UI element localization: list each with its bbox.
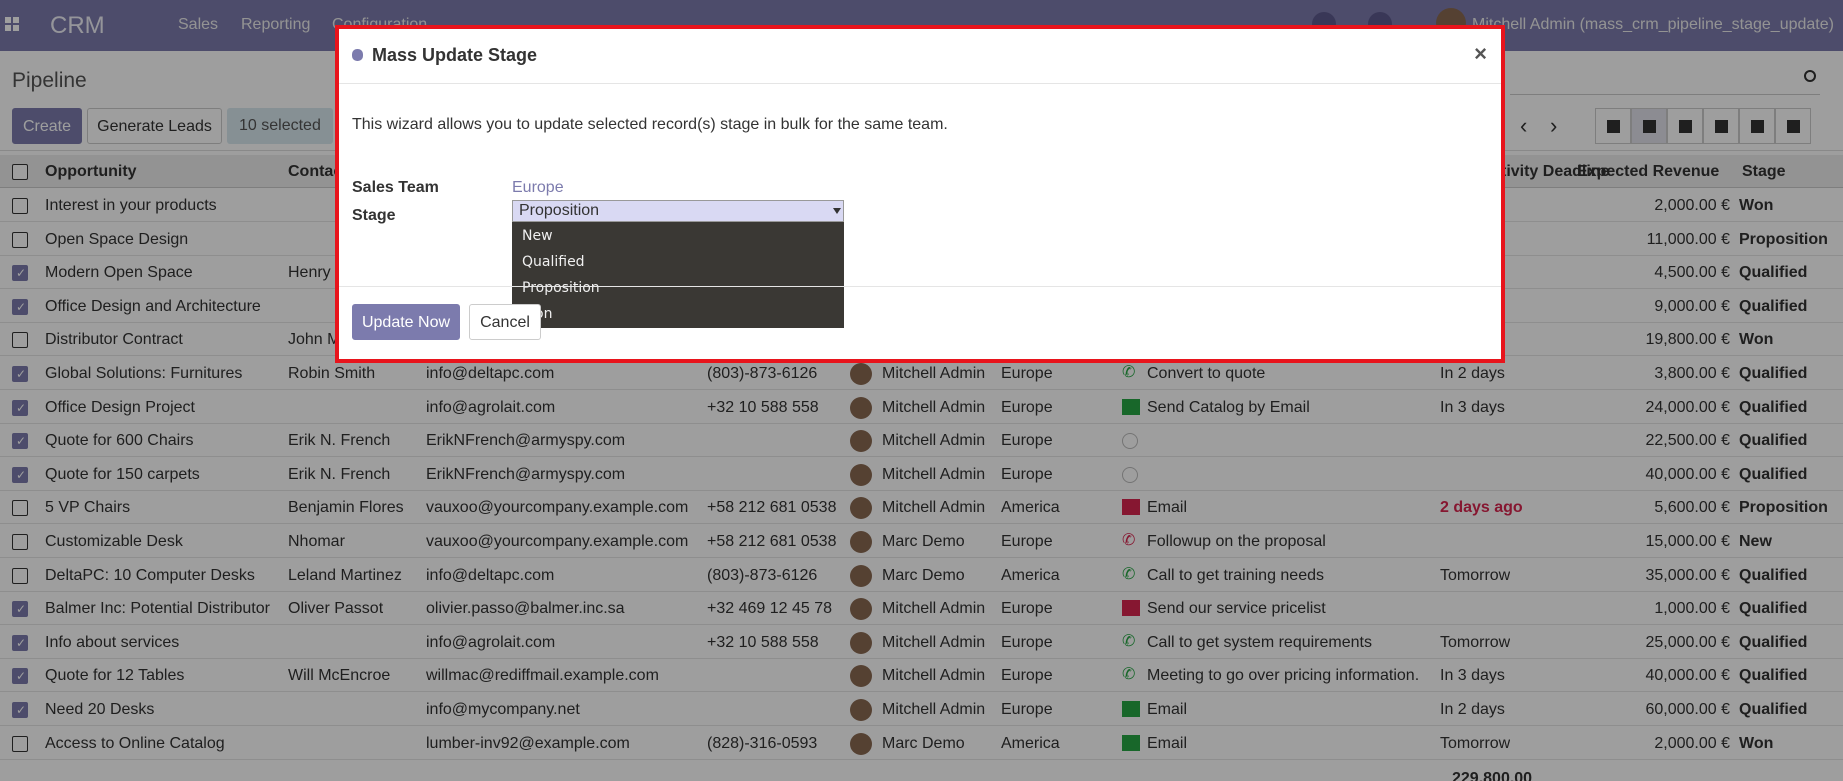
chevron-down-icon <box>833 208 841 214</box>
stage-select[interactable]: Proposition <box>512 200 844 222</box>
stage-option-qualified[interactable]: Qualified <box>522 254 585 270</box>
sales-team-value[interactable]: Europe <box>512 179 564 197</box>
bug-icon <box>352 49 363 61</box>
dialog-header: Mass Update Stage × <box>339 29 1501 84</box>
sales-team-label: Sales Team <box>352 179 439 196</box>
stage-option-new[interactable]: New <box>522 228 553 244</box>
stage-dropdown: New Qualified Proposition Won <box>512 222 844 328</box>
stage-select-value: Proposition <box>519 202 600 219</box>
close-icon[interactable]: × <box>1474 41 1487 67</box>
cancel-button[interactable]: Cancel <box>469 304 541 340</box>
dialog-description: This wizard allows you to update selecte… <box>352 116 948 133</box>
mass-update-stage-dialog: Mass Update Stage × This wizard allows y… <box>335 25 1505 363</box>
dialog-title: Mass Update Stage <box>372 45 538 65</box>
stage-label: Stage <box>352 207 396 224</box>
dialog-footer-divider <box>339 286 1501 287</box>
update-now-button[interactable]: Update Now <box>352 304 460 340</box>
stage-option-proposition[interactable]: Proposition <box>522 280 600 296</box>
